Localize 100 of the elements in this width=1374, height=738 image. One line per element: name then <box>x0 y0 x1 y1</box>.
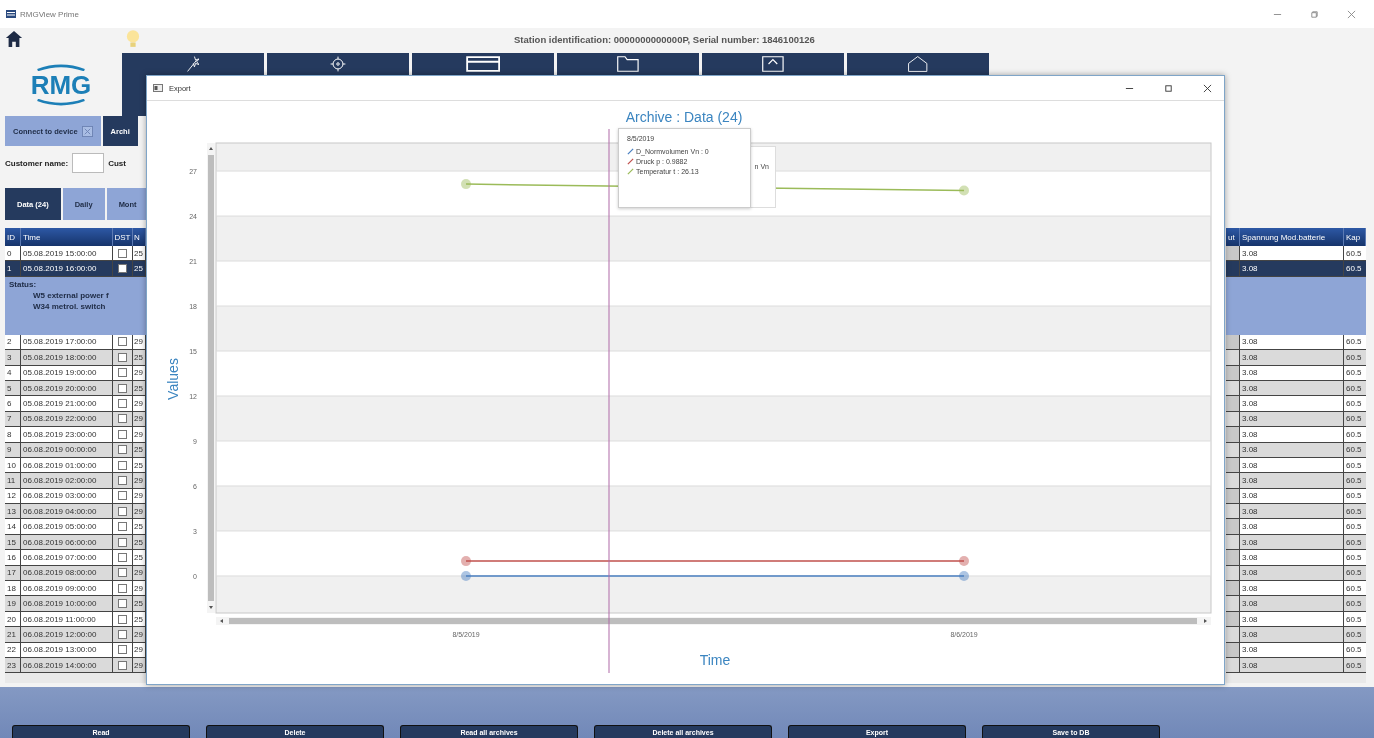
table-cell[interactable]: 06.08.2019 12:00:00 <box>21 627 113 643</box>
data-point <box>959 570 969 581</box>
dst-checkbox[interactable] <box>118 476 127 485</box>
table-cell: 60.5 <box>1344 396 1366 412</box>
table-cell: 11 <box>5 473 21 489</box>
horizontal-scrollbar[interactable] <box>5 673 146 684</box>
tile-icon <box>465 56 501 72</box>
horizontal-scrollbar[interactable] <box>1226 673 1366 684</box>
data-point <box>461 570 471 581</box>
table-cell: 29 <box>133 627 146 643</box>
window-icon <box>153 84 163 92</box>
maximize-icon[interactable] <box>1164 83 1173 93</box>
table-cell: 29 <box>133 504 146 520</box>
dst-checkbox[interactable] <box>118 491 127 501</box>
dst-checkbox[interactable] <box>118 429 127 439</box>
station-identification: Station identification: 0000000000000P, Serial number: 1846100126 <box>514 33 815 45</box>
close-icon[interactable] <box>1203 83 1212 93</box>
table-cell: 21 <box>5 627 21 643</box>
data-point <box>959 555 969 566</box>
dst-checkbox[interactable] <box>118 445 127 455</box>
tile-icon <box>330 56 346 72</box>
table-cell[interactable]: 06.08.2019 02:00:00 <box>21 473 113 489</box>
dst-checkbox[interactable] <box>118 352 127 362</box>
table-cell[interactable]: 05.08.2019 18:00:00 <box>21 350 113 366</box>
table-cell[interactable]: 05.08.2019 15:00:00 <box>21 246 113 262</box>
table-cell: 60.5 <box>1344 246 1366 262</box>
table-cell: 60.5 <box>1344 261 1366 277</box>
dst-checkbox[interactable] <box>118 522 127 532</box>
column-header: N <box>133 228 146 246</box>
restore-icon[interactable] <box>1310 9 1319 19</box>
table-cell: 25 <box>133 550 146 566</box>
table-cell: 60.5 <box>1344 473 1366 489</box>
column-header: Spannung Mod.batterie <box>1240 228 1344 246</box>
table-cell[interactable]: 05.08.2019 23:00:00 <box>21 427 113 443</box>
table-cell[interactable]: 06.08.2019 04:00:00 <box>21 504 113 520</box>
dst-checkbox[interactable] <box>118 368 127 378</box>
table-cell[interactable]: 06.08.2019 09:00:00 <box>21 581 113 597</box>
dst-checkbox[interactable] <box>118 248 127 258</box>
table-cell: 60.5 <box>1344 350 1366 366</box>
table-cell: 29 <box>133 473 146 489</box>
table-cell[interactable]: 05.08.2019 21:00:00 <box>21 396 113 412</box>
dst-checkbox[interactable] <box>118 568 127 578</box>
dst-checkbox[interactable] <box>118 552 127 562</box>
horizontal-scrollbar[interactable] <box>216 617 1211 625</box>
table-cell: 3.08 <box>1240 350 1344 366</box>
dst-checkbox[interactable] <box>118 383 127 393</box>
customer-name-field[interactable] <box>72 153 105 173</box>
table-cell[interactable]: 06.08.2019 05:00:00 <box>21 519 113 535</box>
table-cell: 60.5 <box>1344 550 1366 566</box>
table-cell <box>1226 627 1240 643</box>
table-cell[interactable]: 05.08.2019 16:00:00 <box>21 261 113 277</box>
table-cell: 60.5 <box>1344 596 1366 612</box>
table-cell: 8 <box>5 427 21 443</box>
dst-checkbox[interactable] <box>118 337 127 347</box>
table-cell: 29 <box>133 427 146 443</box>
table-cell: 25 <box>133 519 146 535</box>
dst-checkbox[interactable] <box>118 583 127 593</box>
table-cell: 25 <box>133 261 146 277</box>
dst-checkbox[interactable] <box>118 629 127 639</box>
table-cell[interactable]: 06.08.2019 07:00:00 <box>21 550 113 566</box>
data-point <box>461 179 471 190</box>
dst-checkbox[interactable] <box>118 264 127 274</box>
table-cell[interactable]: 06.08.2019 10:00:00 <box>21 596 113 612</box>
table-cell: 16 <box>5 550 21 566</box>
table-cell: 14 <box>5 519 21 535</box>
series-swatch-icon <box>627 148 634 155</box>
table-cell: 3.08 <box>1240 261 1344 277</box>
dst-checkbox[interactable] <box>118 537 127 547</box>
table-cell <box>1226 596 1240 612</box>
table-cell <box>1226 350 1240 366</box>
table-cell: 25 <box>133 350 146 366</box>
vertical-scrollbar[interactable] <box>207 143 215 613</box>
dst-checkbox[interactable] <box>118 645 127 655</box>
table-cell <box>1226 396 1240 412</box>
lightbulb-icon <box>126 29 140 49</box>
table-cell: 3.08 <box>1240 550 1344 566</box>
table-cell: 60.5 <box>1344 519 1366 535</box>
tile-icon <box>617 56 639 72</box>
dst-checkbox[interactable] <box>118 399 127 409</box>
dst-checkbox[interactable] <box>118 460 127 470</box>
table-cell: 18 <box>5 581 21 597</box>
table-cell: 3 <box>5 350 21 366</box>
table-cell: 25 <box>133 246 146 262</box>
table-cell: 3.08 <box>1240 473 1344 489</box>
table-cell: 1 <box>5 261 21 277</box>
status-line: W34 metrol. switch <box>33 301 106 311</box>
table-cell: 3.08 <box>1240 504 1344 520</box>
chart-title: Archive : Data (24) <box>625 109 743 125</box>
home-icon[interactable] <box>5 30 23 48</box>
x-axis-label: Time <box>699 652 731 668</box>
data-point <box>959 185 969 196</box>
table-cell: 3.08 <box>1240 246 1344 262</box>
customer-name-label: Customer name: <box>5 158 69 168</box>
dst-checkbox[interactable] <box>118 414 127 424</box>
tile-icon <box>186 56 200 72</box>
dst-checkbox[interactable] <box>118 506 127 516</box>
dst-checkbox[interactable] <box>118 660 127 670</box>
dst-checkbox[interactable] <box>118 614 127 624</box>
table-cell: 3.08 <box>1240 519 1344 535</box>
dst-checkbox[interactable] <box>118 599 127 609</box>
